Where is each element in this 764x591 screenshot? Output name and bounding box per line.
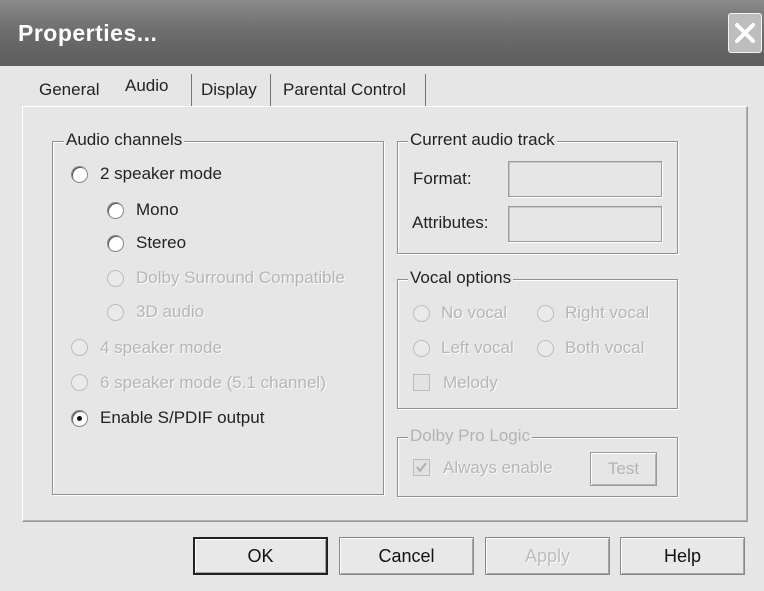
close-icon xyxy=(735,23,755,43)
radio-dolby-surround[interactable] xyxy=(107,270,124,287)
label-6-speaker-mode: 6 speaker mode (5.1 channel) xyxy=(100,373,326,392)
ok-button[interactable]: OK xyxy=(193,537,328,575)
label-both-vocal: Both vocal xyxy=(565,338,645,357)
tab-divider xyxy=(270,74,271,106)
always-enable-checkbox[interactable] xyxy=(413,459,430,476)
melody-checkbox[interactable] xyxy=(413,374,430,391)
label-left-vocal: Left vocal xyxy=(441,338,514,357)
label-stereo: Stereo xyxy=(136,233,187,252)
audio-channels-group xyxy=(52,141,384,495)
dolby-pro-logic-title: Dolby Pro Logic xyxy=(408,426,533,446)
tab-divider xyxy=(425,74,426,106)
help-button[interactable]: Help xyxy=(620,537,745,575)
radio-4-speaker-mode[interactable] xyxy=(71,339,88,356)
test-button[interactable]: Test xyxy=(590,452,657,486)
label-2-speaker-mode: 2 speaker mode xyxy=(100,164,222,183)
window-title: Properties... xyxy=(18,20,158,46)
attributes-field xyxy=(508,206,662,242)
radio-2-speaker-mode[interactable] xyxy=(71,166,88,183)
attributes-label: Attributes: xyxy=(412,213,489,232)
cancel-button[interactable]: Cancel xyxy=(339,537,474,575)
title-bar[interactable]: Properties... xyxy=(0,0,764,66)
tab-display[interactable]: Display xyxy=(201,80,257,100)
label-melody: Melody xyxy=(443,373,498,392)
label-3d-audio: 3D audio xyxy=(136,302,205,321)
tab-divider xyxy=(191,74,192,106)
radio-enable-spdif[interactable] xyxy=(71,410,88,427)
label-right-vocal: Right vocal xyxy=(565,303,650,322)
label-mono: Mono xyxy=(136,200,179,219)
radio-left-vocal[interactable] xyxy=(413,340,430,357)
radio-right-vocal[interactable] xyxy=(537,305,554,322)
format-field xyxy=(508,161,662,197)
label-dolby-surround: Dolby Surround Compatible xyxy=(136,268,345,287)
radio-mono[interactable] xyxy=(107,202,124,219)
label-always-enable: Always enable xyxy=(443,458,553,477)
format-label: Format: xyxy=(413,169,472,188)
label-4-speaker-mode: 4 speaker mode xyxy=(100,338,222,357)
checkmark-icon xyxy=(416,462,427,473)
tab-general[interactable]: General xyxy=(39,80,99,100)
radio-stereo[interactable] xyxy=(107,235,124,252)
radio-no-vocal[interactable] xyxy=(413,305,430,322)
radio-selected-dot xyxy=(77,416,82,421)
tab-audio[interactable]: Audio xyxy=(125,76,168,96)
radio-3d-audio[interactable] xyxy=(107,304,124,321)
label-enable-spdif: Enable S/PDIF output xyxy=(100,408,265,427)
label-no-vocal: No vocal xyxy=(441,303,508,322)
audio-channels-title: Audio channels xyxy=(64,130,185,150)
radio-both-vocal[interactable] xyxy=(537,340,554,357)
close-button[interactable] xyxy=(728,13,762,53)
tab-parental-control[interactable]: Parental Control xyxy=(283,80,406,100)
current-audio-track-title: Current audio track xyxy=(408,130,557,150)
radio-6-speaker-mode[interactable] xyxy=(71,374,88,391)
vocal-options-title: Vocal options xyxy=(408,268,514,288)
apply-button[interactable]: Apply xyxy=(485,537,610,575)
